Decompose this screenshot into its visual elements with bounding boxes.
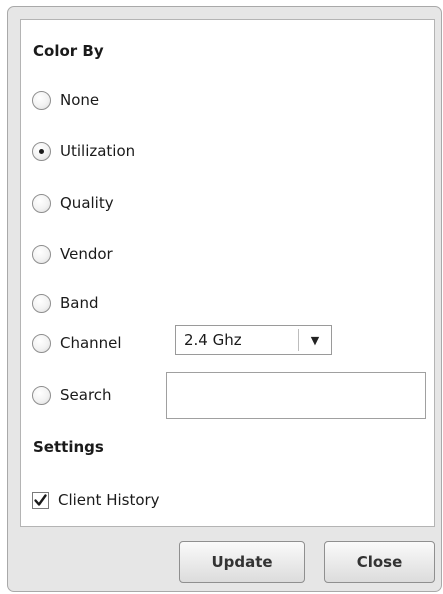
radio-vendor[interactable]: Vendor — [32, 241, 113, 267]
client-history-checkbox[interactable] — [32, 491, 49, 509]
radio-none[interactable]: None — [32, 87, 99, 113]
radio-channel-label: Channel — [60, 334, 122, 352]
settings-heading: Settings — [33, 438, 104, 456]
client-history-option[interactable]: Client History — [32, 491, 160, 509]
search-input[interactable] — [166, 372, 426, 419]
radio-utilization-label: Utilization — [60, 142, 136, 160]
radio-vendor-button[interactable] — [32, 244, 51, 264]
color-by-dialog: Color By None Utilization Quality Vendor… — [7, 6, 442, 592]
radio-utilization[interactable]: Utilization — [32, 138, 135, 164]
radio-search-button[interactable] — [32, 385, 51, 405]
radio-vendor-label: Vendor — [60, 245, 113, 263]
radio-band[interactable]: Band — [32, 290, 99, 316]
options-panel: Color By None Utilization Quality Vendor… — [20, 19, 435, 527]
color-by-heading: Color By — [33, 42, 104, 60]
close-button[interactable]: Close — [324, 541, 435, 583]
update-button[interactable]: Update — [179, 541, 305, 583]
radio-utilization-button[interactable] — [32, 141, 51, 161]
radio-none-button[interactable] — [32, 90, 51, 110]
channel-band-select[interactable]: 2.4 Ghz ▼ — [175, 325, 332, 355]
radio-band-button[interactable] — [32, 293, 51, 313]
radio-none-label: None — [60, 91, 100, 109]
radio-search[interactable]: Search — [32, 382, 112, 408]
radio-quality[interactable]: Quality — [32, 190, 114, 216]
radio-channel[interactable]: Channel — [32, 330, 122, 356]
radio-search-label: Search — [60, 386, 112, 404]
radio-band-label: Band — [60, 294, 99, 312]
radio-selected-dot — [39, 148, 44, 154]
radio-channel-button[interactable] — [32, 333, 51, 353]
radio-quality-label: Quality — [60, 194, 114, 212]
checkmark-icon — [34, 493, 47, 506]
chevron-down-icon[interactable]: ▼ — [299, 334, 331, 347]
channel-band-value: 2.4 Ghz — [184, 331, 242, 349]
radio-quality-button[interactable] — [32, 193, 51, 213]
client-history-label: Client History — [58, 491, 160, 509]
